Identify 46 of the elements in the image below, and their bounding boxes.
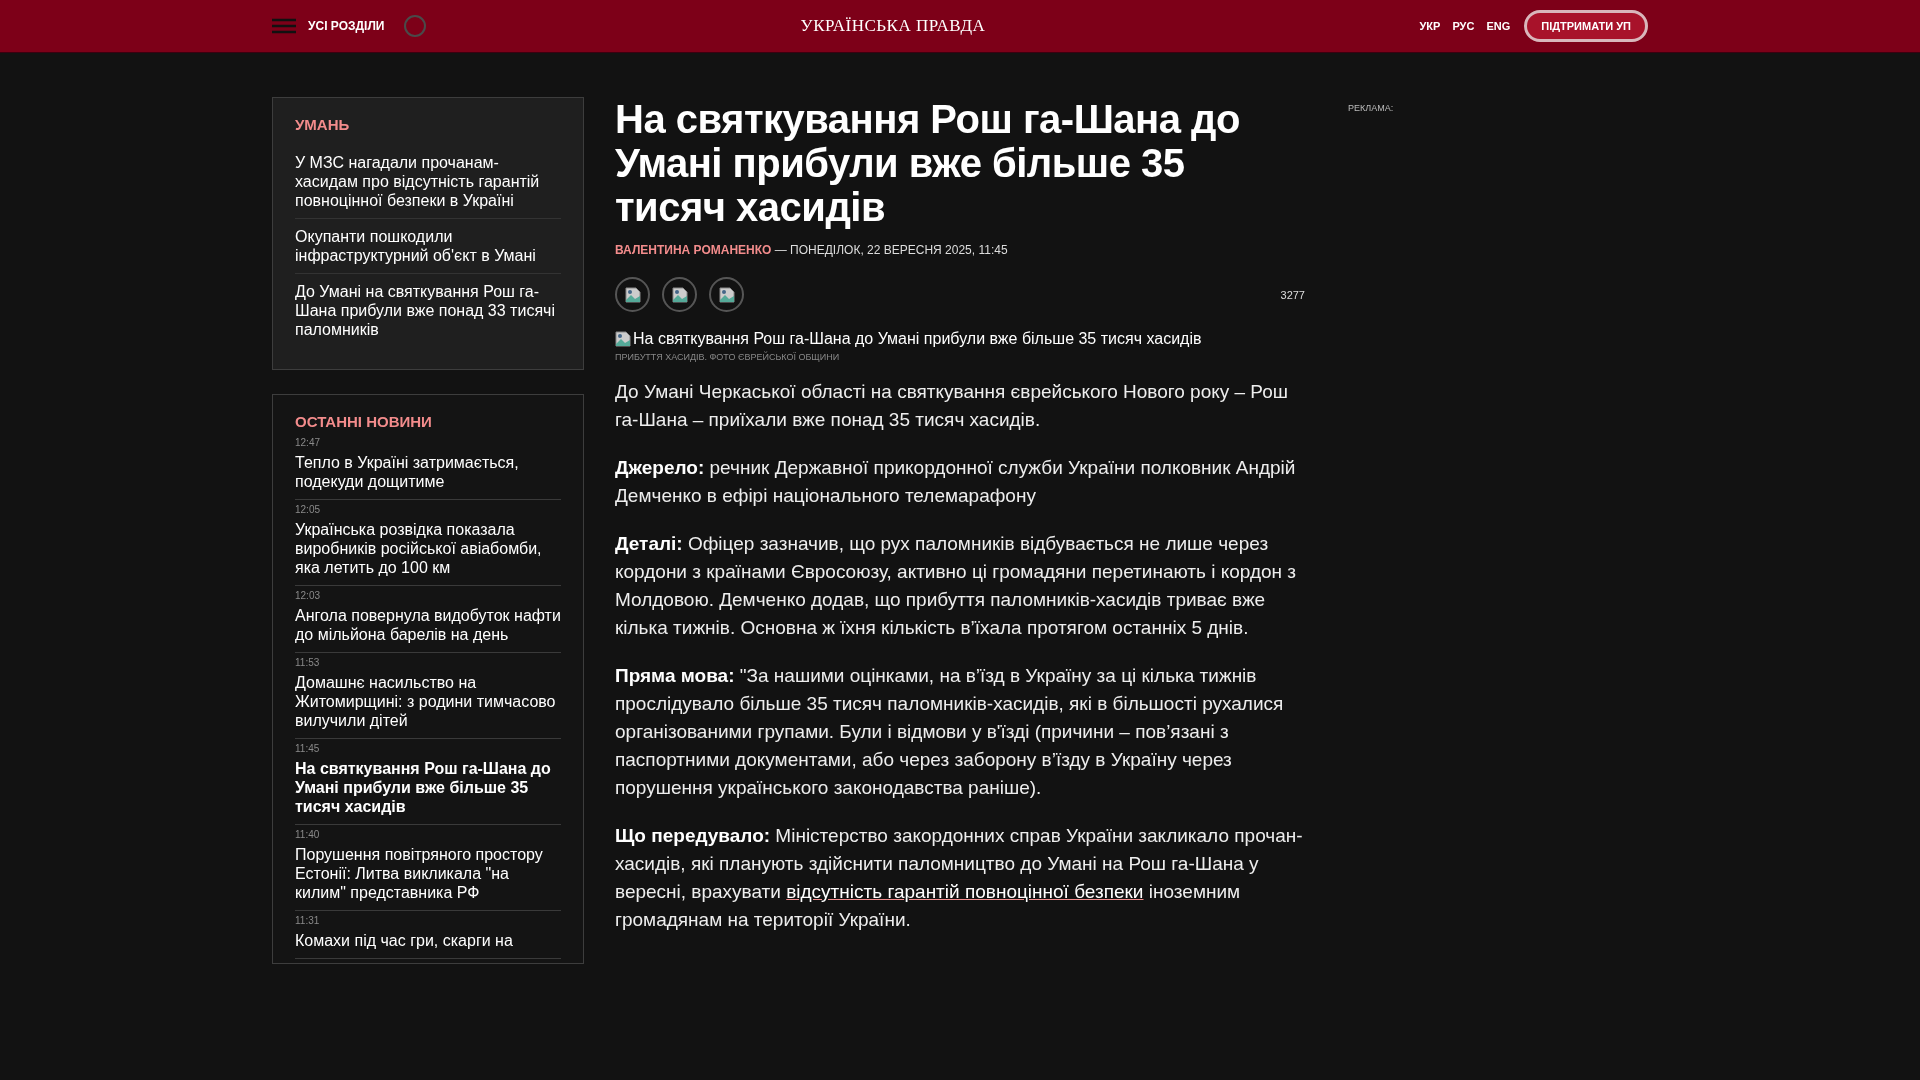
news-time: 12:47 xyxy=(295,437,322,448)
news-time: 11:53 xyxy=(295,657,321,668)
news-time: 12:03 xyxy=(295,590,322,601)
broken-image-icon xyxy=(718,286,735,303)
article-title: На святкування Рош га-Шана до Умані прибули вже більше 35 тисяч хасидів xyxy=(615,97,1241,229)
article-paragraph: Що передувало: Міністерство закордонних справ України закликало прочан-хасидів, які планують здійснити паломництво до Умані на Рош га-Шана у вересні, врахувати відсутність гарантій повноцінної безпеки іноземним громадянам на території України. xyxy=(615,824,1304,932)
share-button[interactable] xyxy=(709,277,744,312)
share-button[interactable] xyxy=(615,277,650,312)
news-link[interactable]: Ангола повернула видобуток нафти до мільйона барелів на день xyxy=(295,606,561,644)
sections-menu-button[interactable]: УСІ РОЗДІЛИ xyxy=(272,18,385,34)
news-link[interactable]: Тепло в Україні затримається, подекуди дощитиме xyxy=(295,453,561,491)
related-news-link[interactable]: До Умані на святкування Рош га-Шана прибули вже понад 33 тисячі паломників xyxy=(295,274,561,347)
news-time: 11:45 xyxy=(295,743,321,754)
panel-heading: ОСТАННІ НОВИНИ xyxy=(295,413,433,430)
image-caption: ПРИБУТТЯ ХАСИДІВ. ФОТО ЄВРЕЙСЬКОЇ ОБЩИНИ xyxy=(615,352,841,362)
language-link[interactable]: ENG xyxy=(1486,20,1511,32)
news-time: 11:31 xyxy=(295,915,321,926)
publish-date: — ПОНЕДІЛОК, 22 ВЕРЕСНЯ 2025, 11:45 xyxy=(774,243,1008,257)
language-link[interactable]: УКР xyxy=(1419,20,1441,32)
article-link[interactable]: відсутність гарантій повноцінної безпеки xyxy=(786,881,1144,902)
article-paragraph: Джерело: речник Державної прикордонної служби України полковник Андрій Демченко в ефірі національного телемарафону xyxy=(615,456,1297,508)
article-paragraph: Пряма мова: "За нашими оцінками, на в’їзд в Україну за ці кілька тижнів прослідувало більше 35 тисяч паломників-хасидів, які в більшості рухалися організованими групами. Були і відмови у в'їзді (причини – пов’язані з паспортними документами, або через заборону в’їзду в Україну через порушення українського законодавства раніше). xyxy=(615,664,1285,800)
news-link[interactable]: На святкування Рош га-Шана до Умані прибули вже більше 35 тисяч хасидів xyxy=(295,759,561,816)
news-link[interactable]: Комахи під час гри, скарги на xyxy=(295,931,561,950)
author-link[interactable]: ВАЛЕНТИНА РОМАНЕНКО xyxy=(615,243,772,257)
broken-image-icon xyxy=(615,331,631,347)
broken-image-icon xyxy=(671,286,688,303)
related-news-link[interactable]: У МЗС нагадали прочанам-хасидам про відсутність гарантій повноцінної безпеки в Україні xyxy=(295,145,561,219)
news-time: 12:05 xyxy=(295,504,322,515)
panel-heading: УМАНЬ xyxy=(295,116,351,133)
broken-image-icon xyxy=(624,286,641,303)
related-news-link[interactable]: Окупанти пошкодили інфраструктурний об'єкт в Умані xyxy=(295,219,561,274)
article-paragraph: Деталі: Офіцер зазначив, що рух паломників відбувається не лише через кордони з країнами Євросоюзу, активно ці громадяни перетинають і кордон з Молдовою. Демченко додав, що прибуття паломників-хасидів триває вже кілька тижнів. Основна ж їхня кількість в’їхала протягом останніх 5 днів. xyxy=(615,532,1298,640)
image-alt-text: На святкування Рош га-Шана до Умані прибули вже більше 35 тисяч хасидів xyxy=(633,330,1202,348)
site-logo[interactable]: УКРАЇНСЬКА ПРАВДА xyxy=(426,16,1360,36)
article-paragraph: До Умані Черкаської області на святкування єврейського Нового року – Рош га-Шана – приїхали вже понад 35 тисяч хасидів. xyxy=(615,380,1289,432)
language-link[interactable]: РУС xyxy=(1452,20,1475,32)
news-link[interactable]: Українська розвідка показала виробників російської авіабомби, яка летить до 100 км xyxy=(295,520,561,577)
view-count: 3277 xyxy=(1280,288,1305,301)
share-button[interactable] xyxy=(662,277,697,312)
news-link[interactable]: Порушення повітряного простору Естонії: Литва викликала "на килим" представника РФ xyxy=(295,845,561,902)
ad-label: РЕКЛАМА: xyxy=(1348,103,1394,113)
menu-icon xyxy=(272,18,296,34)
news-time: 11:40 xyxy=(295,829,321,840)
support-button[interactable]: ПІДТРИМАТИ УП xyxy=(1524,10,1648,42)
news-link[interactable]: Домашнє насильство на Житомирщині: з родини тимчасово вилучили дітей xyxy=(295,673,561,730)
